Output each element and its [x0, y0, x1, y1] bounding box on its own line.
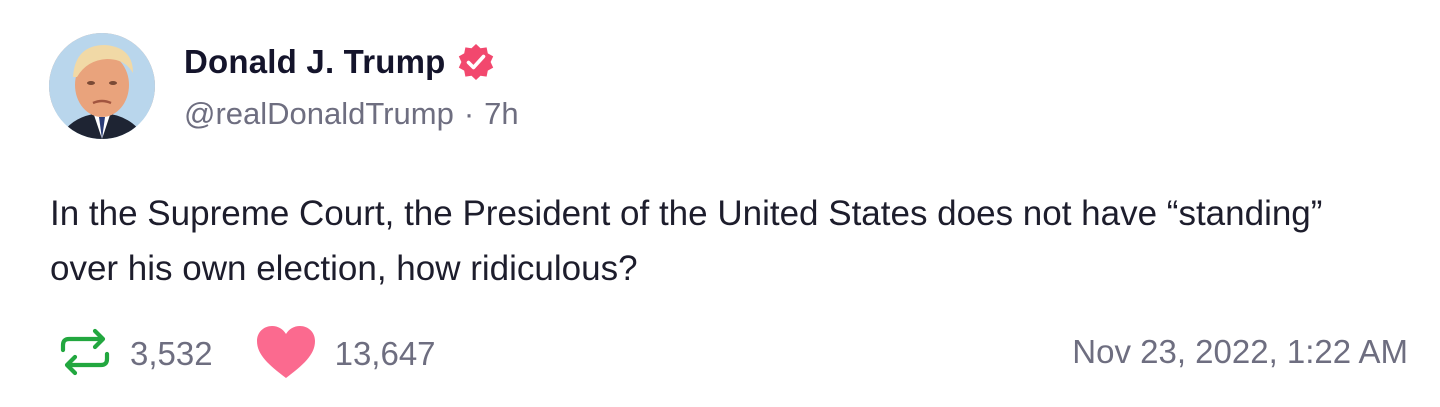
verified-badge-icon — [456, 42, 496, 82]
author-handle[interactable]: @realDonaldTrump — [184, 96, 454, 132]
avatar[interactable] — [49, 33, 155, 139]
post-age[interactable]: 7h — [484, 96, 518, 132]
author-display-name[interactable]: Donald J. Trump — [184, 43, 446, 81]
like-button[interactable]: 13,647 — [255, 324, 436, 385]
post-actions: 3,532 13,647 — [58, 322, 436, 386]
meta-separator: · — [463, 96, 475, 131]
author-row: Donald J. Trump — [184, 40, 496, 84]
heart-icon — [255, 324, 317, 385]
avatar-image — [49, 33, 155, 139]
repost-count: 3,532 — [130, 335, 213, 372]
post-timestamp[interactable]: Nov 23, 2022, 1:22 AM — [1072, 333, 1408, 371]
repost-icon — [58, 325, 112, 384]
like-count: 13,647 — [334, 335, 436, 372]
author-meta: @realDonaldTrump · 7h — [184, 96, 519, 132]
post-card: Donald J. Trump @realDonaldTrump · 7h In… — [0, 0, 1440, 407]
post-text: In the Supreme Court, the President of t… — [50, 194, 1323, 288]
repost-button[interactable]: 3,532 — [58, 325, 213, 384]
